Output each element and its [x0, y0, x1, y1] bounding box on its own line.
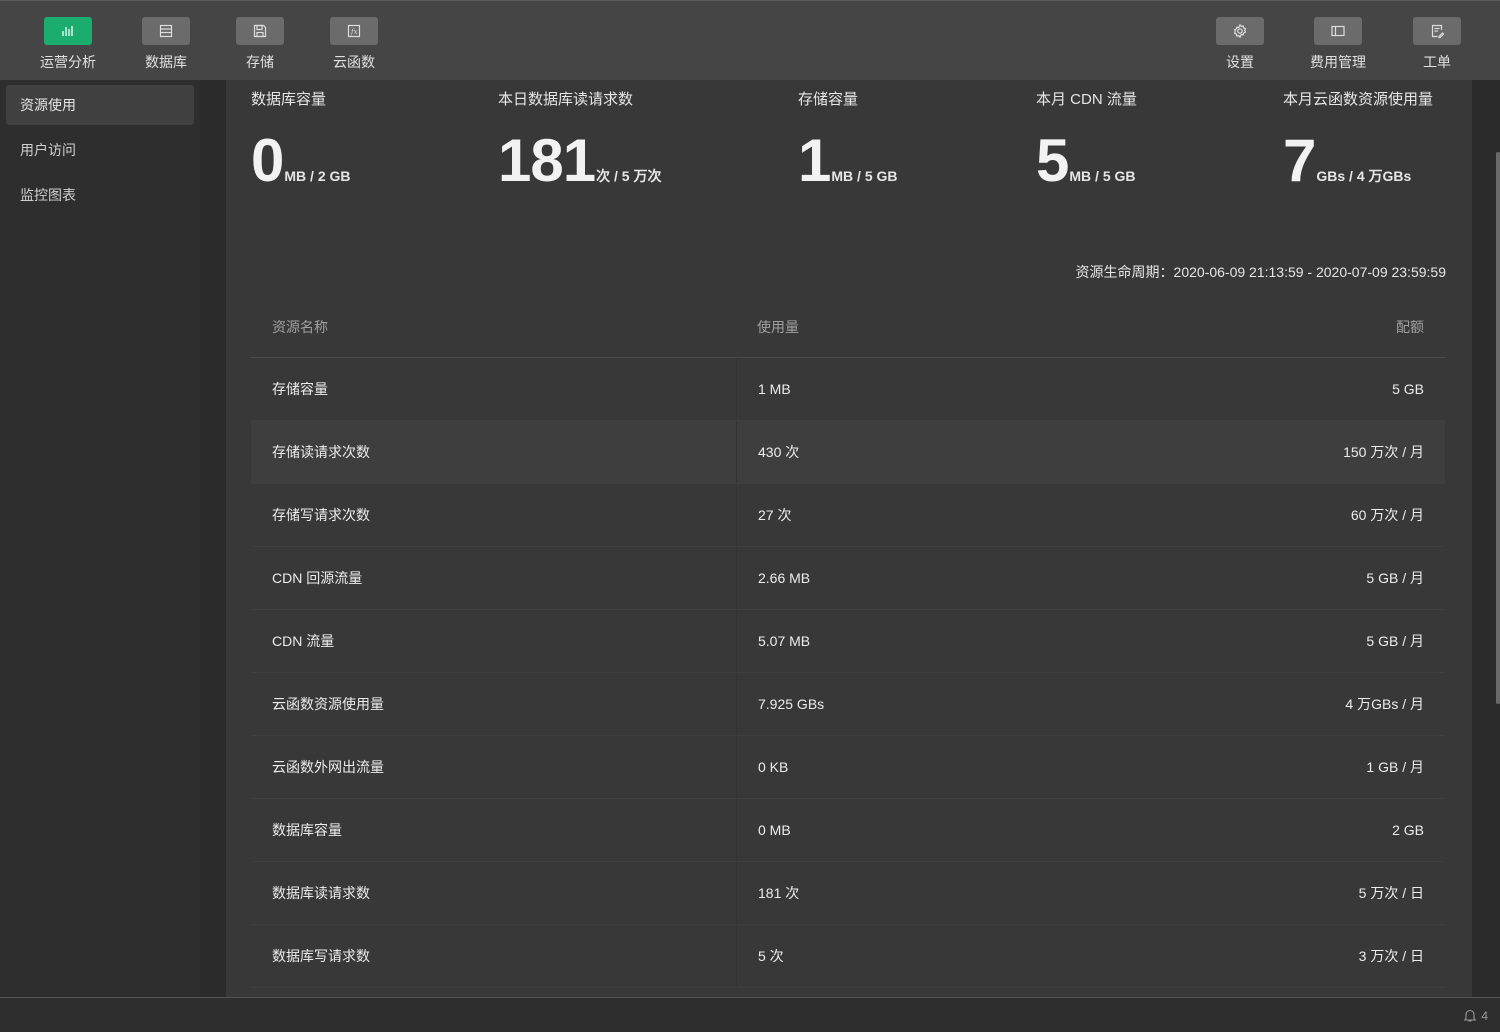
cell-quota: 3 万次 / 日 [1358, 948, 1424, 964]
stat-unit: 次 / 5 万次 [596, 168, 662, 184]
cell-resource-name: CDN 回源流量 [272, 570, 363, 586]
cell-resource-name: 数据库容量 [272, 822, 342, 838]
table-row[interactable]: CDN 流量 5.07 MB 5 GB / 月 [251, 610, 1445, 673]
table-row[interactable]: 云函数资源使用量 7.925 GBs 4 万GBs / 月 [251, 673, 1445, 736]
table-row[interactable]: 云函数外网出流量 0 KB 1 GB / 月 [251, 736, 1445, 799]
table-row[interactable]: 存储容量 1 MB 5 GB [251, 358, 1445, 421]
stat-value: 181 [498, 127, 596, 194]
main-panel: 数据库容量 0MB / 2 GB 本日数据库读请求数 181次 / 5 万次 存… [226, 80, 1472, 997]
stat-db-capacity: 数据库容量 0MB / 2 GB [251, 88, 351, 191]
tool-label: 数据库 [145, 54, 187, 70]
sidebar-item-monitor-charts[interactable]: 监控图表 [6, 175, 194, 215]
notification-button[interactable]: 4 [1463, 1008, 1488, 1023]
cell-quota: 1 GB / 月 [1366, 759, 1424, 775]
sidebar-item-user-access[interactable]: 用户访问 [6, 130, 194, 170]
database-icon [142, 17, 190, 45]
stat-unit: MB / 2 GB [284, 168, 351, 184]
stat-value: 1 [798, 127, 831, 194]
tool-storage[interactable]: 存储 [215, 17, 305, 72]
stat-value: 5 [1036, 127, 1069, 194]
tool-settings[interactable]: 设置 [1195, 17, 1285, 72]
table-row[interactable]: 数据库写请求数 5 次 3 万次 / 日 [251, 925, 1445, 988]
top-toolbar: 运营分析 数据库 存储 fx 云函数 设置 费用管理 工单 [0, 0, 1500, 80]
cell-usage: 1 MB [736, 358, 1216, 420]
tool-cloud-function[interactable]: fx 云函数 [309, 17, 399, 72]
gear-icon [1216, 17, 1264, 45]
tool-billing[interactable]: 费用管理 [1293, 17, 1383, 72]
stat-function-usage: 本月云函数资源使用量 7GBs / 4 万GBs [1283, 88, 1433, 191]
cell-usage: 7.925 GBs [736, 673, 1216, 735]
chart-bars-icon [44, 17, 92, 45]
resource-table: 资源名称 使用量 配额 存储容量 1 MB 5 GB 存储读请求次数 430 次 150 … [251, 296, 1445, 988]
billing-card-icon [1314, 17, 1362, 45]
table-row[interactable]: 数据库容量 0 MB 2 GB [251, 799, 1445, 862]
tool-database[interactable]: 数据库 [121, 17, 211, 72]
cell-resource-name: 云函数外网出流量 [272, 759, 384, 775]
sidebar: 资源使用 用户访问 监控图表 [0, 80, 200, 997]
stat-title: 本日数据库读请求数 [498, 91, 634, 108]
cell-usage: 0 MB [736, 799, 1216, 861]
cell-quota: 60 万次 / 月 [1350, 507, 1424, 523]
notification-count: 4 [1481, 1008, 1488, 1023]
cell-usage: 5 次 [736, 925, 1216, 987]
cell-resource-name: 云函数资源使用量 [272, 696, 384, 712]
cell-resource-name: 存储容量 [272, 381, 328, 397]
table-row[interactable]: 存储写请求次数 27 次 60 万次 / 月 [251, 484, 1445, 547]
cell-usage: 27 次 [736, 484, 1216, 546]
cell-usage: 0 KB [736, 736, 1216, 798]
stat-db-reads-today: 本日数据库读请求数 181次 / 5 万次 [498, 88, 661, 191]
stat-storage-capacity: 存储容量 1MB / 5 GB [798, 88, 898, 191]
stat-cdn-traffic: 本月 CDN 流量 5MB / 5 GB [1036, 88, 1137, 191]
stat-title: 存储容量 [798, 91, 859, 108]
resource-lifecycle: 资源生命周期：2020-06-09 21:13:59 - 2020-07-09 … [1075, 264, 1446, 280]
stat-unit: MB / 5 GB [1069, 168, 1136, 184]
cell-resource-name: 数据库读请求数 [272, 885, 370, 901]
stat-title: 本月云函数资源使用量 [1283, 91, 1434, 108]
cell-usage: 5.07 MB [736, 610, 1216, 672]
cell-quota: 5 GB / 月 [1366, 570, 1424, 586]
floppy-disk-icon [236, 17, 284, 45]
cell-resource-name: 数据库写请求数 [272, 948, 370, 964]
cell-quota: 2 GB [1392, 822, 1424, 838]
cell-quota: 5 万次 / 日 [1358, 885, 1424, 901]
function-fx-icon: fx [330, 17, 378, 45]
cell-quota: 4 万GBs / 月 [1345, 696, 1424, 712]
cell-usage: 430 次 [736, 421, 1216, 483]
stat-unit: GBs / 4 万GBs [1316, 168, 1412, 184]
tool-label: 存储 [246, 54, 274, 70]
sidebar-item-resource-usage[interactable]: 资源使用 [6, 85, 194, 125]
cell-quota: 5 GB [1392, 381, 1424, 397]
bell-icon [1463, 1009, 1477, 1022]
tool-label: 运营分析 [40, 54, 96, 70]
svg-text:fx: fx [350, 28, 358, 36]
header-quota: 配额 [1396, 318, 1424, 335]
scrollbar-thumb[interactable] [1496, 152, 1500, 704]
stat-title: 数据库容量 [251, 91, 327, 108]
stat-unit: MB / 5 GB [831, 168, 898, 184]
header-usage: 使用量 [757, 318, 799, 335]
table-row[interactable]: 数据库读请求数 181 次 5 万次 / 日 [251, 862, 1445, 925]
status-bar: 4 [0, 997, 1500, 1032]
tool-ticket[interactable]: 工单 [1392, 17, 1482, 72]
table-row[interactable]: 存储读请求次数 430 次 150 万次 / 月 [251, 421, 1445, 484]
cell-usage: 181 次 [736, 862, 1216, 924]
cell-resource-name: CDN 流量 [272, 633, 335, 649]
tool-label: 云函数 [333, 54, 375, 70]
header-resource-name: 资源名称 [272, 318, 328, 335]
stat-title: 本月 CDN 流量 [1036, 91, 1137, 108]
tool-ops-analysis[interactable]: 运营分析 [23, 17, 113, 72]
tool-label: 工单 [1423, 54, 1451, 70]
cell-quota: 150 万次 / 月 [1343, 444, 1424, 460]
table-row[interactable]: CDN 回源流量 2.66 MB 5 GB / 月 [251, 547, 1445, 610]
tool-label: 费用管理 [1310, 54, 1366, 70]
table-header: 资源名称 使用量 配额 [251, 296, 1445, 358]
stat-value: 7 [1283, 127, 1316, 194]
cell-quota: 5 GB / 月 [1366, 633, 1424, 649]
cell-resource-name: 存储读请求次数 [272, 444, 370, 460]
ticket-edit-icon [1413, 17, 1461, 45]
stat-value: 0 [251, 127, 284, 194]
tool-label: 设置 [1226, 54, 1254, 70]
cell-usage: 2.66 MB [736, 547, 1216, 609]
cell-resource-name: 存储写请求次数 [272, 507, 370, 523]
